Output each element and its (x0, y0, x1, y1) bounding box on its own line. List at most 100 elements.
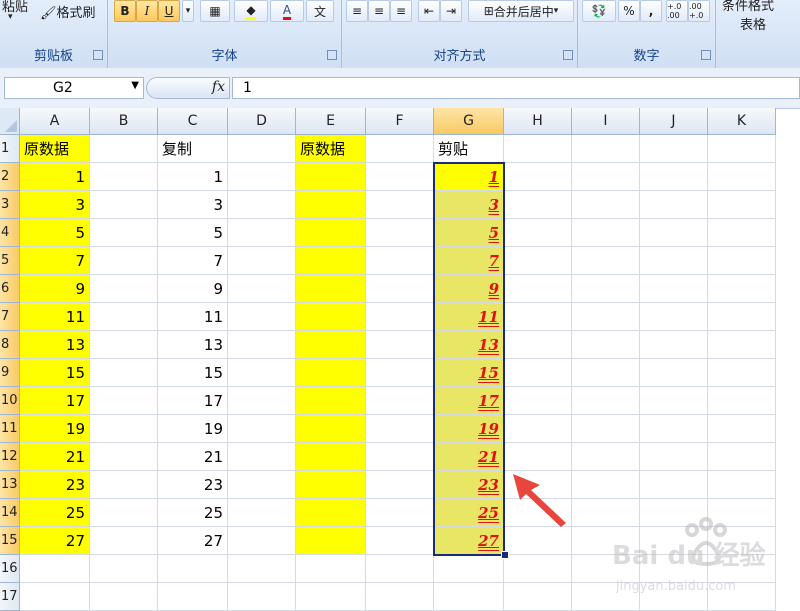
row-header-16[interactable]: 16 (0, 555, 20, 583)
cell-h11[interactable] (504, 415, 572, 443)
cell-c17[interactable] (158, 583, 228, 611)
cell-e9[interactable] (296, 359, 366, 387)
column-header-b[interactable]: B (90, 108, 158, 135)
row-header-13[interactable]: 13 (0, 471, 20, 499)
cell-f8[interactable] (366, 331, 434, 359)
cell-k6[interactable] (708, 275, 776, 303)
column-header-k[interactable]: K (708, 108, 776, 135)
row-header-2[interactable]: 2 (0, 163, 20, 191)
cell-i11[interactable] (572, 415, 640, 443)
cell-i16[interactable] (572, 555, 640, 583)
row-header-8[interactable]: 8 (0, 331, 20, 359)
format-table-button[interactable]: 表格 (740, 14, 766, 33)
row-header-9[interactable]: 9 (0, 359, 20, 387)
paste-button[interactable]: 粘贴 (2, 0, 28, 15)
cell-i7[interactable] (572, 303, 640, 331)
cell-k1[interactable] (708, 135, 776, 163)
cell-h3[interactable] (504, 191, 572, 219)
cell-d10[interactable] (228, 387, 296, 415)
cell-c9[interactable]: 15 (158, 359, 228, 387)
cell-c12[interactable]: 21 (158, 443, 228, 471)
cell-h7[interactable] (504, 303, 572, 331)
cell-b3[interactable] (90, 191, 158, 219)
cell-i17[interactable] (572, 583, 640, 611)
cell-f5[interactable] (366, 247, 434, 275)
cell-b14[interactable] (90, 499, 158, 527)
row-header-3[interactable]: 3 (0, 191, 20, 219)
fill-handle[interactable] (501, 551, 509, 559)
cell-j14[interactable] (640, 499, 708, 527)
cell-c13[interactable]: 23 (158, 471, 228, 499)
cell-h5[interactable] (504, 247, 572, 275)
cell-g14[interactable]: 25 (434, 499, 504, 527)
cell-k3[interactable] (708, 191, 776, 219)
cell-c3[interactable]: 3 (158, 191, 228, 219)
cell-d3[interactable] (228, 191, 296, 219)
paste-dropdown-icon[interactable]: ▾ (8, 12, 13, 22)
cell-e12[interactable] (296, 443, 366, 471)
cell-g3[interactable]: 3 (434, 191, 504, 219)
cell-g9[interactable]: 15 (434, 359, 504, 387)
cell-c6[interactable]: 9 (158, 275, 228, 303)
column-header-g[interactable]: G (434, 108, 504, 135)
cell-j6[interactable] (640, 275, 708, 303)
row-header-7[interactable]: 7 (0, 303, 20, 331)
row-header-17[interactable]: 17 (0, 583, 20, 611)
cell-h12[interactable] (504, 443, 572, 471)
cell-d7[interactable] (228, 303, 296, 331)
cell-b13[interactable] (90, 471, 158, 499)
number-launcher-icon[interactable]: . (701, 50, 711, 60)
cell-i10[interactable] (572, 387, 640, 415)
cell-f13[interactable] (366, 471, 434, 499)
cell-f2[interactable] (366, 163, 434, 191)
cell-k15[interactable] (708, 527, 776, 555)
cell-e6[interactable] (296, 275, 366, 303)
cell-g6[interactable]: 9 (434, 275, 504, 303)
cell-h6[interactable] (504, 275, 572, 303)
cell-j8[interactable] (640, 331, 708, 359)
cell-i2[interactable] (572, 163, 640, 191)
column-header-i[interactable]: I (572, 108, 640, 135)
cell-j13[interactable] (640, 471, 708, 499)
select-all-corner[interactable] (0, 108, 20, 135)
cell-j11[interactable] (640, 415, 708, 443)
cell-k9[interactable] (708, 359, 776, 387)
cell-a5[interactable]: 7 (20, 247, 90, 275)
cell-d16[interactable] (228, 555, 296, 583)
cell-e2[interactable] (296, 163, 366, 191)
align-center-button[interactable]: ≡ (368, 0, 390, 22)
cell-a6[interactable]: 9 (20, 275, 90, 303)
fill-color-button[interactable]: ◆ (234, 0, 268, 22)
cell-i1[interactable] (572, 135, 640, 163)
cell-i4[interactable] (572, 219, 640, 247)
row-header-14[interactable]: 14 (0, 499, 20, 527)
cell-f10[interactable] (366, 387, 434, 415)
cell-f1[interactable] (366, 135, 434, 163)
cell-f7[interactable] (366, 303, 434, 331)
cell-a2[interactable]: 1 (20, 163, 90, 191)
cell-g4[interactable]: 5 (434, 219, 504, 247)
cell-f17[interactable] (366, 583, 434, 611)
cell-c1[interactable]: 复制 (158, 135, 228, 163)
cell-c10[interactable]: 17 (158, 387, 228, 415)
cell-k11[interactable] (708, 415, 776, 443)
name-box[interactable]: G2 ▼ (4, 77, 144, 99)
cell-a7[interactable]: 11 (20, 303, 90, 331)
row-header-10[interactable]: 10 (0, 387, 20, 415)
cell-k5[interactable] (708, 247, 776, 275)
column-header-f[interactable]: F (366, 108, 434, 135)
formula-input[interactable]: 1 (232, 77, 800, 99)
cell-a9[interactable]: 15 (20, 359, 90, 387)
cell-e16[interactable] (296, 555, 366, 583)
cell-g13[interactable]: 23 (434, 471, 504, 499)
cell-c15[interactable]: 27 (158, 527, 228, 555)
cell-h17[interactable] (504, 583, 572, 611)
cell-j7[interactable] (640, 303, 708, 331)
cell-j5[interactable] (640, 247, 708, 275)
column-header-e[interactable]: E (296, 108, 366, 135)
cell-i5[interactable] (572, 247, 640, 275)
cell-k14[interactable] (708, 499, 776, 527)
cell-d2[interactable] (228, 163, 296, 191)
row-header-15[interactable]: 15 (0, 527, 20, 555)
cell-g17[interactable] (434, 583, 504, 611)
